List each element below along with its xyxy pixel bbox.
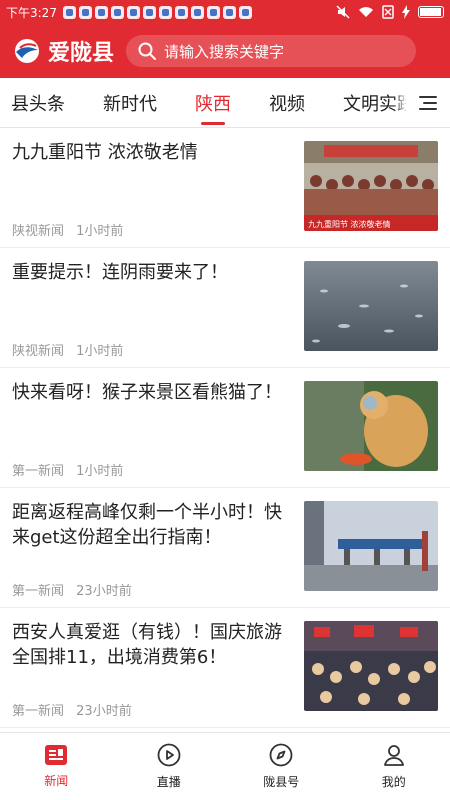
logo-icon: [15, 39, 39, 63]
charging-icon: [402, 5, 410, 19]
news-title: 快来看呀！猴子来景区看熊猫了！: [12, 382, 282, 403]
news-meta: 第一新闻 23小时前: [12, 580, 132, 599]
news-source: 陕视新闻: [12, 224, 65, 239]
app-logo[interactable]: 爱陇县: [12, 35, 114, 67]
tab-new-era[interactable]: 新时代: [84, 78, 176, 127]
news-source: 第一新闻: [12, 704, 65, 719]
notification-icon: [190, 5, 204, 19]
no-sim-icon: [382, 5, 394, 19]
news-source: 陕视新闻: [12, 344, 65, 359]
news-item[interactable]: 距离返程高峰仅剩一个半小时！快来get这份超全出行指南！ 第一新闻 23小时前: [0, 488, 450, 608]
news-thumbnail: [304, 621, 438, 711]
notification-icons: [62, 5, 252, 19]
news-meta: 第一新闻 1小时前: [12, 460, 123, 479]
news-item[interactable]: 重要提示！连阴雨要来了！ 陕视新闻 1小时前: [0, 248, 450, 368]
channel-tabs: 县头条 新时代 陕西 视频 文明实践: [0, 78, 450, 128]
menu-icon: [419, 96, 437, 110]
play-icon: [157, 743, 181, 767]
compass-icon: [269, 743, 293, 767]
tab-shaanxi[interactable]: 陕西: [176, 78, 250, 127]
search-icon: [138, 42, 157, 60]
battery-icon: [418, 6, 444, 18]
status-time: 下午3:27: [6, 5, 57, 20]
tab-list: 县头条 新时代 陕西 视频 文明实践: [0, 78, 434, 127]
news-source: 第一新闻: [12, 584, 65, 599]
notification-icon: [174, 5, 188, 19]
user-icon: [383, 745, 404, 766]
nav-live[interactable]: 直播: [113, 733, 226, 800]
news-item[interactable]: 九九重阳节 浓浓敬老情 陕视新闻 1小时前 九九重阳节 浓浓敬老情: [0, 128, 450, 248]
nav-label: 直播: [156, 775, 181, 789]
nav-label: 陇县号: [263, 775, 300, 789]
notification-icon: [78, 5, 92, 19]
nav-label: 新闻: [44, 774, 69, 788]
nav-county-account[interactable]: 陇县号: [225, 733, 338, 800]
news-meta: 第一新闻 23小时前: [12, 700, 132, 719]
notification-icon: [110, 5, 124, 19]
notification-icon: [126, 5, 140, 19]
news-time: 1小时前: [76, 464, 124, 479]
notification-icon: [94, 5, 108, 19]
news-thumbnail: 九九重阳节 浓浓敬老情: [304, 141, 438, 231]
notification-icon: [158, 5, 172, 19]
status-bar: 下午3:27: [0, 0, 450, 24]
news-title: 重要提示！连阴雨要来了！: [12, 262, 228, 283]
news-title: 距离返程高峰仅剩一个半小时！快来get这份超全出行指南！: [12, 502, 282, 548]
notification-icon: [222, 5, 236, 19]
news-time: 23小时前: [76, 704, 132, 719]
nav-news[interactable]: 新闻: [0, 733, 113, 800]
news-item[interactable]: 西安人真爱逛（有钱）！国庆旅游全国排11，出境消费第6！ 第一新闻 23小时前: [0, 608, 450, 728]
news-time: 23小时前: [76, 584, 132, 599]
news-item[interactable]: 快来看呀！猴子来景区看熊猫了！ 第一新闻 1小时前: [0, 368, 450, 488]
notification-icon: [206, 5, 220, 19]
app-header: 爱陇县 请输入搜索关键字: [0, 24, 450, 78]
news-title: 九九重阳节 浓浓敬老情: [12, 142, 198, 163]
notification-icon: [142, 5, 156, 19]
news-thumbnail: [304, 261, 438, 351]
status-indicators: [336, 5, 444, 19]
app-name: 爱陇县: [48, 40, 115, 66]
news-thumbnail: [304, 501, 438, 591]
search-input[interactable]: 请输入搜索关键字: [126, 35, 417, 67]
bottom-navigation: 新闻 直播 陇县号 我的: [0, 732, 450, 800]
search-placeholder: 请输入搜索关键字: [164, 42, 285, 61]
news-icon: [45, 745, 68, 765]
notification-icon: [62, 5, 76, 19]
notification-icon: [238, 5, 252, 19]
nav-label: 我的: [381, 775, 406, 789]
wifi-icon: [359, 7, 373, 17]
news-meta: 陕视新闻 1小时前: [12, 220, 123, 239]
thumbnail-caption: 九九重阳节 浓浓敬老情: [308, 219, 391, 229]
tab-video[interactable]: 视频: [250, 78, 324, 127]
mute-icon: [336, 5, 350, 19]
news-time: 1小时前: [76, 344, 124, 359]
news-feed: 九九重阳节 浓浓敬老情 陕视新闻 1小时前 九九重阳节 浓浓敬老情 重要提示！连…: [0, 128, 450, 728]
news-source: 第一新闻: [12, 464, 65, 479]
nav-me[interactable]: 我的: [338, 733, 450, 800]
tab-county-headlines[interactable]: 县头条: [0, 78, 84, 127]
news-meta: 陕视新闻 1小时前: [12, 340, 123, 359]
news-thumbnail: [304, 381, 438, 471]
channel-menu-button[interactable]: [406, 78, 450, 127]
news-time: 1小时前: [76, 224, 124, 239]
news-title: 西安人真爱逛（有钱）！国庆旅游全国排11，出境消费第6！: [12, 622, 282, 668]
